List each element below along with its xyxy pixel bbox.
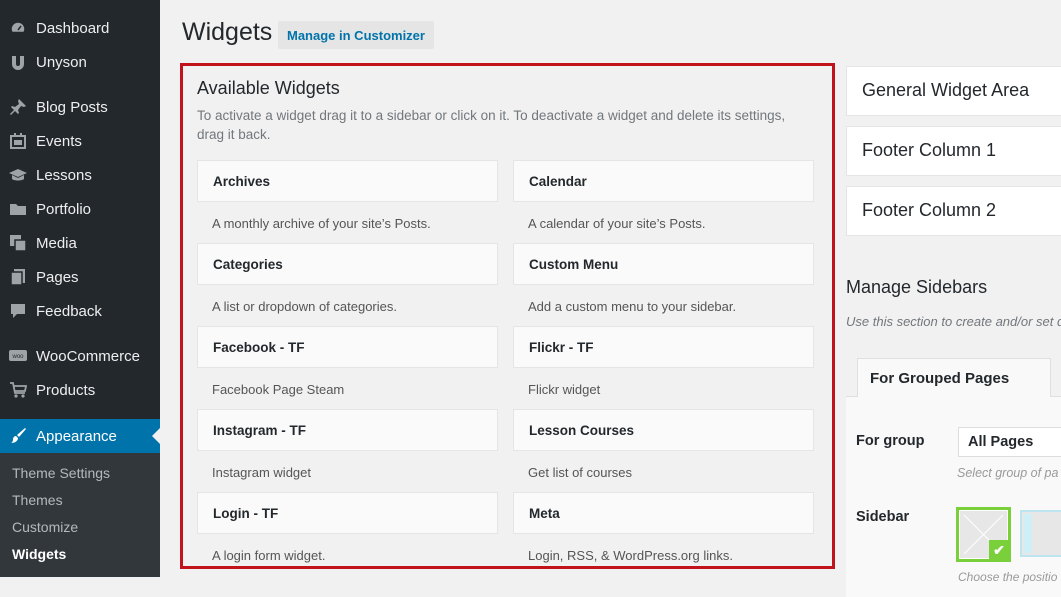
widget-description: Facebook Page Steam [212,382,345,397]
calendar-icon [9,132,27,150]
pages-icon [9,268,27,286]
widget-title: Archives [213,174,271,189]
sidebar-item-dashboard[interactable]: Dashboard [0,11,160,45]
speech-bubble-icon [9,302,27,320]
widget-custom-menu[interactable]: Custom Menu [513,243,814,285]
sidebar-item-portfolio[interactable]: Portfolio [0,192,160,226]
no-sidebar-thumbnail: ✔ [959,510,1009,560]
sidebar-item-label: Blog Posts [36,98,108,116]
sidebar-item-label: Lessons [36,166,92,184]
widget-title: Calendar [529,174,587,189]
widget-title: Custom Menu [529,257,619,272]
available-widgets-panel: Available Widgets To activate a widget d… [180,63,835,569]
pin-icon [9,98,27,116]
sidebar-item-pages[interactable]: Pages [0,260,160,294]
sidebar-label: Sidebar [856,509,910,525]
widget-area-general[interactable]: General Widget Area [846,66,1061,116]
widget-title: Lesson Courses [529,423,635,438]
widget-area-title: Footer Column 2 [862,200,997,220]
sidebar-item-label: Pages [36,268,79,286]
brush-icon [9,427,27,445]
sidebar-item-label: Products [36,381,96,399]
sidebar-item-label: Portfolio [36,200,92,218]
dashboard-icon [9,19,27,37]
sidebar-item-label: Feedback [36,302,102,320]
widget-description: Flickr widget [528,382,601,397]
widget-description: A calendar of your site’s Posts. [528,216,706,231]
sidebar-item-label: WooCommerce [36,347,140,365]
sidebar-item-appearance[interactable]: Appearance [0,419,160,453]
widget-flickr-tf[interactable]: Flickr - TF [513,326,814,368]
widget-description: A list or dropdown of categories. [212,299,397,314]
widget-title: Flickr - TF [529,340,594,355]
appearance-submenu: Theme Settings Themes Customize Widgets [0,453,160,577]
page-title: Widgets [182,18,273,46]
checkmark-icon: ✔ [989,540,1009,560]
submenu-theme-settings[interactable]: Theme Settings [12,465,110,481]
widget-description: A login form widget. [212,548,326,563]
widget-description: A monthly archive of your site’s Posts. [212,216,431,231]
sidebar-item-products[interactable]: Products [0,373,160,407]
tab-label: For Grouped Pages [870,370,1010,387]
manage-sidebars-title: Manage Sidebars [846,277,988,297]
woocommerce-icon: woo [9,347,27,365]
graduation-cap-icon [9,166,27,184]
manage-sidebars-description: Use this section to create and/or set d [846,314,1061,329]
for-group-label: For group [856,433,925,449]
widget-title: Facebook - TF [213,340,305,355]
group-select-hint: Select group of pa [957,466,1059,480]
widget-lesson-courses[interactable]: Lesson Courses [513,409,814,451]
widget-area-title: Footer Column 1 [862,140,997,160]
sidebar-item-lessons[interactable]: Lessons [0,158,160,192]
widget-description: Login, RSS, & WordPress.org links. [528,548,733,563]
cart-icon [9,381,27,399]
group-select-value: All Pages [968,434,1034,450]
group-select[interactable]: All Pages [958,427,1061,457]
widget-area-footer-2[interactable]: Footer Column 2 [846,186,1061,236]
tab-for-grouped-pages[interactable]: For Grouped Pages [857,358,1051,397]
sidebar-item-woocommerce[interactable]: woo WooCommerce [0,339,160,373]
available-widgets-title: Available Widgets [197,78,340,98]
svg-text:woo: woo [11,354,24,360]
widget-description: Get list of courses [528,465,633,480]
widget-description: Instagram widget [212,465,311,480]
sidebar-item-label: Appearance [36,427,117,445]
folder-icon [9,200,27,218]
widget-title: Meta [529,506,560,521]
sidebar-item-feedback[interactable]: Feedback [0,294,160,328]
sidebar-item-unyson[interactable]: Unyson [0,45,160,79]
media-icon [9,234,27,252]
sidebar-item-blog-posts[interactable]: Blog Posts [0,90,160,124]
widget-instagram-tf[interactable]: Instagram - TF [197,409,498,451]
widget-title: Login - TF [213,506,279,521]
submenu-themes[interactable]: Themes [12,492,63,508]
widget-facebook-tf[interactable]: Facebook - TF [197,326,498,368]
submenu-customize[interactable]: Customize [12,519,78,535]
sidebar-item-label: Dashboard [36,19,110,37]
submenu-widgets[interactable]: Widgets [12,546,66,562]
widget-area-footer-1[interactable]: Footer Column 1 [846,126,1061,176]
sidebar-position-option-left[interactable] [1020,510,1061,557]
widget-title: Instagram - TF [213,423,307,438]
admin-sidebar: Dashboard Unyson Blog Posts Events Lesso… [0,0,160,577]
widget-meta[interactable]: Meta [513,492,814,534]
sidebar-item-events[interactable]: Events [0,124,160,158]
sidebar-position-option-none[interactable]: ✔ [956,507,1011,562]
widget-area-title: General Widget Area [862,80,1030,100]
manage-in-customizer-button[interactable]: Manage in Customizer [278,21,434,49]
sidebar-item-label: Media [36,234,77,252]
available-widgets-description: To activate a widget drag it to a sideba… [197,108,786,142]
widget-categories[interactable]: Categories [197,243,498,285]
unyson-icon [9,53,27,71]
widget-description: Add a custom menu to your sidebar. [528,299,737,314]
widget-archives[interactable]: Archives [197,160,498,202]
widget-title: Categories [213,257,283,272]
sidebar-item-media[interactable]: Media [0,226,160,260]
sidebar-item-label: Events [36,132,82,150]
widget-calendar[interactable]: Calendar [513,160,814,202]
position-hint: Choose the positio [958,570,1058,584]
widget-login-tf[interactable]: Login - TF [197,492,498,534]
sidebar-item-label: Unyson [36,53,87,71]
